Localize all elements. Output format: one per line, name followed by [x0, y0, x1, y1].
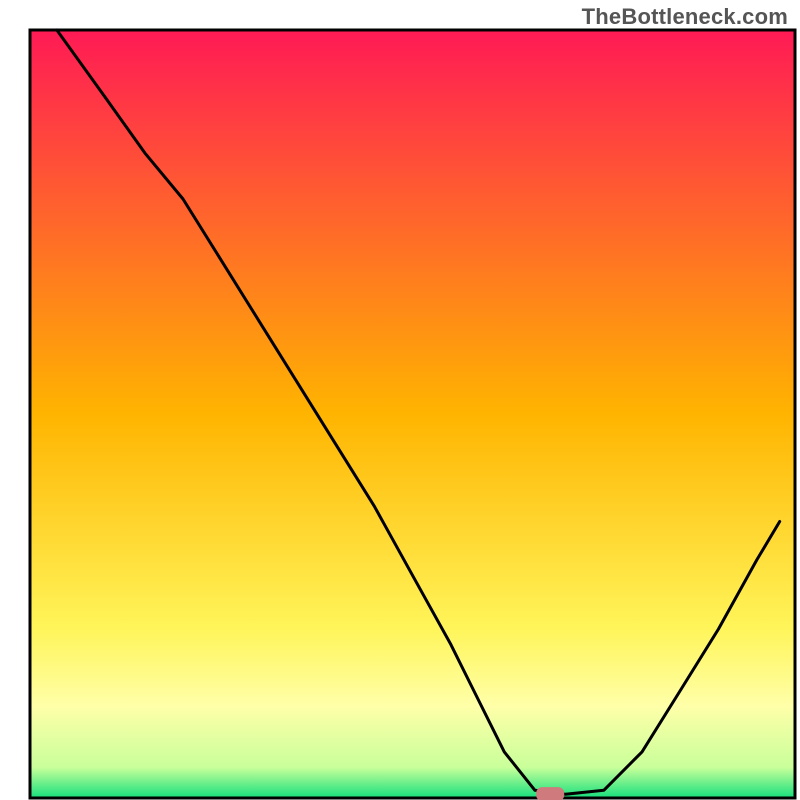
bottleneck-chart [0, 0, 800, 800]
chart-container: TheBottleneck.com [0, 0, 800, 800]
watermark-text: TheBottleneck.com [582, 4, 788, 30]
plot-background [30, 30, 795, 798]
optimal-point-marker [536, 787, 564, 800]
